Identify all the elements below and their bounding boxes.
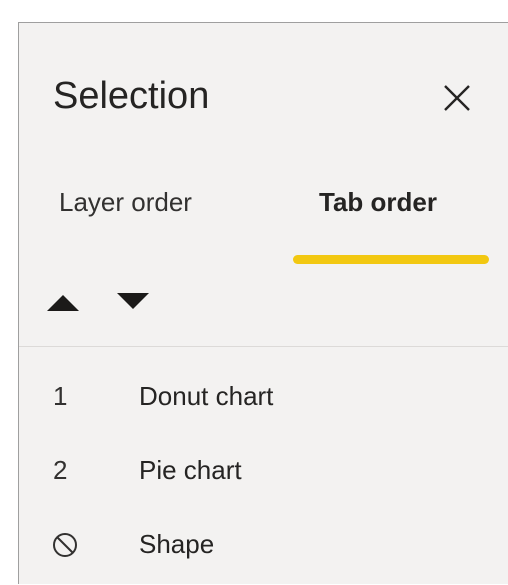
triangle-up-icon (47, 295, 79, 311)
selected-tab-indicator (293, 255, 489, 264)
list-item-donut-chart[interactable]: 1 Donut chart (19, 363, 508, 437)
tab-tab-order[interactable]: Tab order (319, 185, 437, 219)
move-up-button[interactable] (45, 287, 81, 317)
close-button[interactable] (437, 78, 477, 118)
list-item-shape[interactable]: Shape (19, 511, 508, 585)
pane-title: Selection (53, 75, 210, 117)
tab-order-number: 1 (53, 381, 68, 411)
move-down-button[interactable] (115, 287, 151, 317)
divider (19, 346, 508, 347)
item-name: Pie chart (139, 455, 242, 485)
list-item-pie-chart[interactable]: 2 Pie chart (19, 437, 508, 511)
item-name: Donut chart (139, 381, 274, 411)
close-icon (444, 85, 470, 111)
tab-layer-order[interactable]: Layer order (59, 185, 192, 219)
triangle-down-icon (117, 293, 149, 309)
no-tab-stop-icon[interactable] (51, 531, 79, 559)
tab-order-number: 2 (53, 455, 68, 485)
selection-pane: Selection Layer order Tab order 1 Donut … (18, 22, 508, 584)
item-name: Shape (139, 529, 215, 559)
tab-order-list: 1 Donut chart 2 Pie chart Shape (19, 363, 508, 585)
